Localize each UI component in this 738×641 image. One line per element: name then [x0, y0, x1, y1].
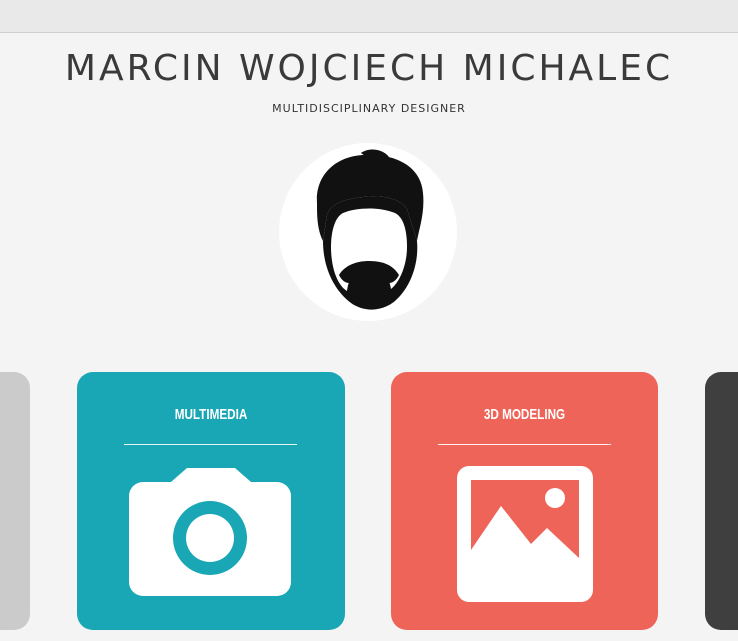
card-3d-modeling-label: 3D MODELING	[483, 406, 566, 423]
browser-top-bar	[0, 0, 738, 33]
camera-icon	[129, 468, 291, 596]
card-partial-left[interactable]	[0, 372, 30, 630]
card-divider	[438, 444, 611, 445]
card-partial-right[interactable]	[705, 372, 738, 630]
image-icon	[457, 466, 593, 602]
card-multimedia[interactable]: MULTIMEDIA	[77, 372, 345, 630]
page-subtitle: MULTIDISCIPLINARY DESIGNER	[272, 102, 466, 115]
card-divider	[124, 444, 297, 445]
page-title: MARCIN WOJCIECH MICHALEC	[64, 48, 674, 89]
card-multimedia-label: MULTIMEDIA	[174, 406, 248, 423]
avatar	[279, 143, 457, 321]
card-3d-modeling[interactable]: 3D MODELING	[391, 372, 658, 630]
bearded-man-icon	[316, 149, 424, 310]
